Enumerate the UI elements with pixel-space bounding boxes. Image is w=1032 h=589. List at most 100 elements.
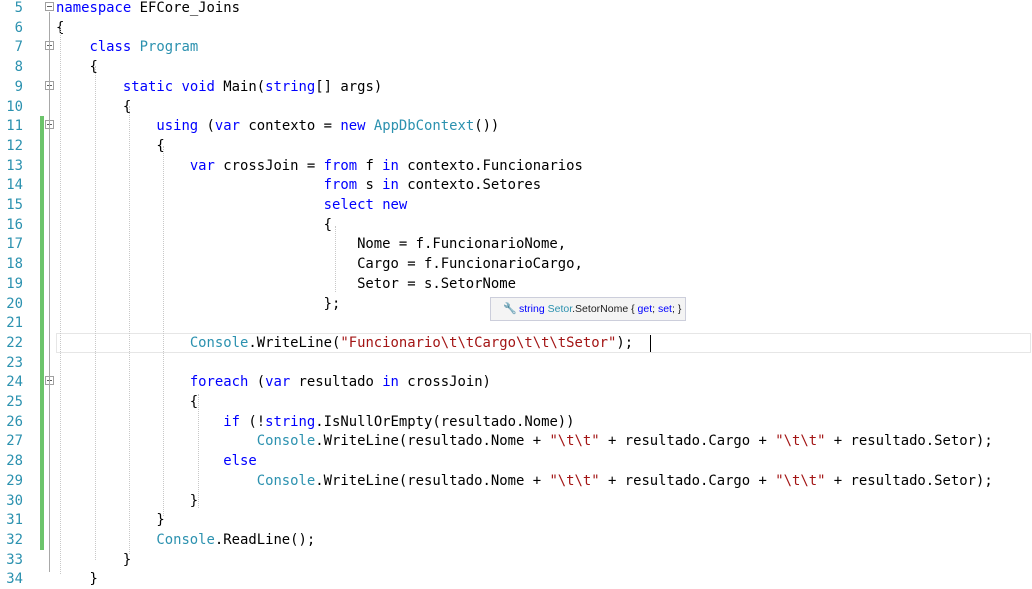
code-line[interactable]: 33 } — [0, 550, 1032, 570]
code-line[interactable]: 26 if (!string.IsNullOrEmpty(resultado.N… — [0, 411, 1032, 432]
code-token: "\t\t" — [775, 433, 826, 450]
code-text: Setor = s.SetorNome — [56, 274, 516, 294]
line-number: 27 — [6, 433, 23, 450]
code-text: static void Main(string[] args) — [56, 77, 382, 97]
code-text: else — [56, 451, 256, 471]
code-line[interactable]: 6{ — [0, 18, 1032, 38]
code-line[interactable]: 16 { — [0, 214, 1032, 235]
code-token: crossJoin) — [398, 374, 491, 391]
line-number: 34 — [6, 571, 23, 588]
change-indicator — [40, 254, 44, 275]
change-indicator — [40, 470, 44, 491]
code-line[interactable]: 22 Console.WriteLine("Funcionario\t\tCar… — [0, 332, 1032, 353]
line-number: 12 — [6, 137, 23, 154]
code-line[interactable]: 25 { — [0, 392, 1032, 412]
code-line[interactable]: 9 static void Main(string[] args) — [0, 77, 1032, 97]
code-line[interactable]: 18 Cargo = f.FuncionarioCargo, — [0, 254, 1032, 275]
line-number: 15 — [6, 197, 23, 213]
line-number: 25 — [6, 394, 23, 410]
code-line[interactable]: 28 else — [0, 451, 1032, 472]
change-indicator — [40, 529, 44, 550]
code-line[interactable]: 5 namespace EFCore_Joins — [0, 0, 1032, 18]
code-token: AppDbContext — [373, 118, 475, 135]
code-text: { — [56, 392, 198, 412]
code-line[interactable]: 27 Console.WriteLine(resultado.Nome + "\… — [0, 431, 1032, 452]
line-number: 32 — [6, 531, 23, 548]
code-line[interactable]: 31 } — [0, 510, 1032, 531]
code-token: namespace — [56, 0, 132, 16]
change-indicator — [40, 392, 44, 412]
code-line[interactable]: 30 } — [0, 490, 1032, 511]
code-line[interactable]: 11 using (var contexto = new AppDbContex… — [0, 116, 1032, 137]
code-line[interactable]: 29 Console.WriteLine(resultado.Nome + "\… — [0, 470, 1032, 491]
code-line[interactable]: 23 — [0, 352, 1032, 373]
line-number: 23 — [6, 354, 23, 371]
code-text: { — [56, 215, 332, 235]
indent-guide — [163, 146, 164, 516]
change-indicator — [40, 175, 44, 196]
code-token: "Funcionario\t\tCargo\t\t\tSetor" — [340, 334, 617, 351]
code-text: foreach (var resultado in crossJoin) — [56, 372, 491, 392]
collapse-icon[interactable] — [45, 2, 54, 11]
wrench-icon: 🔧 — [503, 303, 517, 315]
indent-guide — [335, 226, 336, 292]
code-line[interactable]: 14 from s in contexto.Setores — [0, 175, 1032, 196]
code-token: .WriteLine( — [248, 334, 341, 351]
code-line[interactable]: 32 Console.ReadLine(); — [0, 529, 1032, 550]
code-token: class — [89, 39, 132, 56]
code-line[interactable]: 8 { — [0, 57, 1032, 77]
line-number: 13 — [6, 157, 23, 174]
code-token: Nome = f.FuncionarioNome, — [56, 236, 567, 253]
change-indicator — [40, 155, 44, 176]
code-text: } — [56, 569, 98, 589]
code-token: } — [56, 551, 132, 568]
line-number: 28 — [6, 453, 23, 470]
code-line[interactable]: 24 foreach (var resultado in crossJoin) — [0, 372, 1032, 393]
code-token: contexto.Funcionarios — [398, 157, 583, 174]
code-token: + resultado.Cargo + — [599, 472, 776, 489]
code-line[interactable]: 12 { — [0, 135, 1032, 156]
code-token: foreach — [189, 374, 249, 391]
line-number: 5 — [14, 0, 23, 16]
code-token: in — [382, 177, 399, 194]
code-editor[interactable]: 5 namespace EFCore_Joins 6{7 class Program… — [0, 0, 1032, 587]
code-token: } — [56, 571, 98, 588]
code-token: { — [56, 98, 132, 115]
code-token: ( — [248, 374, 266, 391]
code-text: } — [56, 491, 198, 511]
line-number: 31 — [6, 512, 23, 529]
indent-guide — [129, 106, 130, 554]
line-number: 16 — [6, 216, 23, 233]
code-line[interactable]: 7 class Program — [0, 37, 1032, 57]
line-number: 18 — [6, 256, 23, 273]
code-line[interactable]: 15 select new — [0, 195, 1032, 215]
code-text: class Program — [56, 37, 198, 57]
code-token: (! — [240, 413, 266, 430]
line-number: 19 — [6, 275, 23, 292]
code-line[interactable]: 34 } — [0, 569, 1032, 589]
code-text: }; — [56, 294, 341, 314]
tooltip-class: Setor — [547, 303, 573, 315]
code-token: ); — [616, 334, 634, 351]
change-indicator — [40, 352, 44, 373]
code-text: { — [56, 57, 97, 77]
code-text: Console.WriteLine("Funcionario\t\tCargo\… — [56, 333, 633, 353]
code-token: string — [265, 78, 316, 95]
code-line[interactable]: 19 Setor = s.SetorNome — [0, 273, 1032, 294]
code-token: in — [382, 157, 399, 174]
code-token: select — [323, 197, 374, 213]
code-line[interactable]: 17 Nome = f.FuncionarioNome, — [0, 234, 1032, 255]
tooltip-member: .SetorNome — [572, 303, 629, 315]
code-token: var — [189, 157, 215, 174]
code-line[interactable]: 13 var crossJoin = from f in contexto.Fu… — [0, 155, 1032, 176]
code-token: "\t\t" — [549, 433, 600, 450]
code-token: Console — [256, 433, 316, 450]
code-line[interactable]: 10 { — [0, 97, 1032, 117]
code-token: "\t\t" — [775, 472, 826, 489]
